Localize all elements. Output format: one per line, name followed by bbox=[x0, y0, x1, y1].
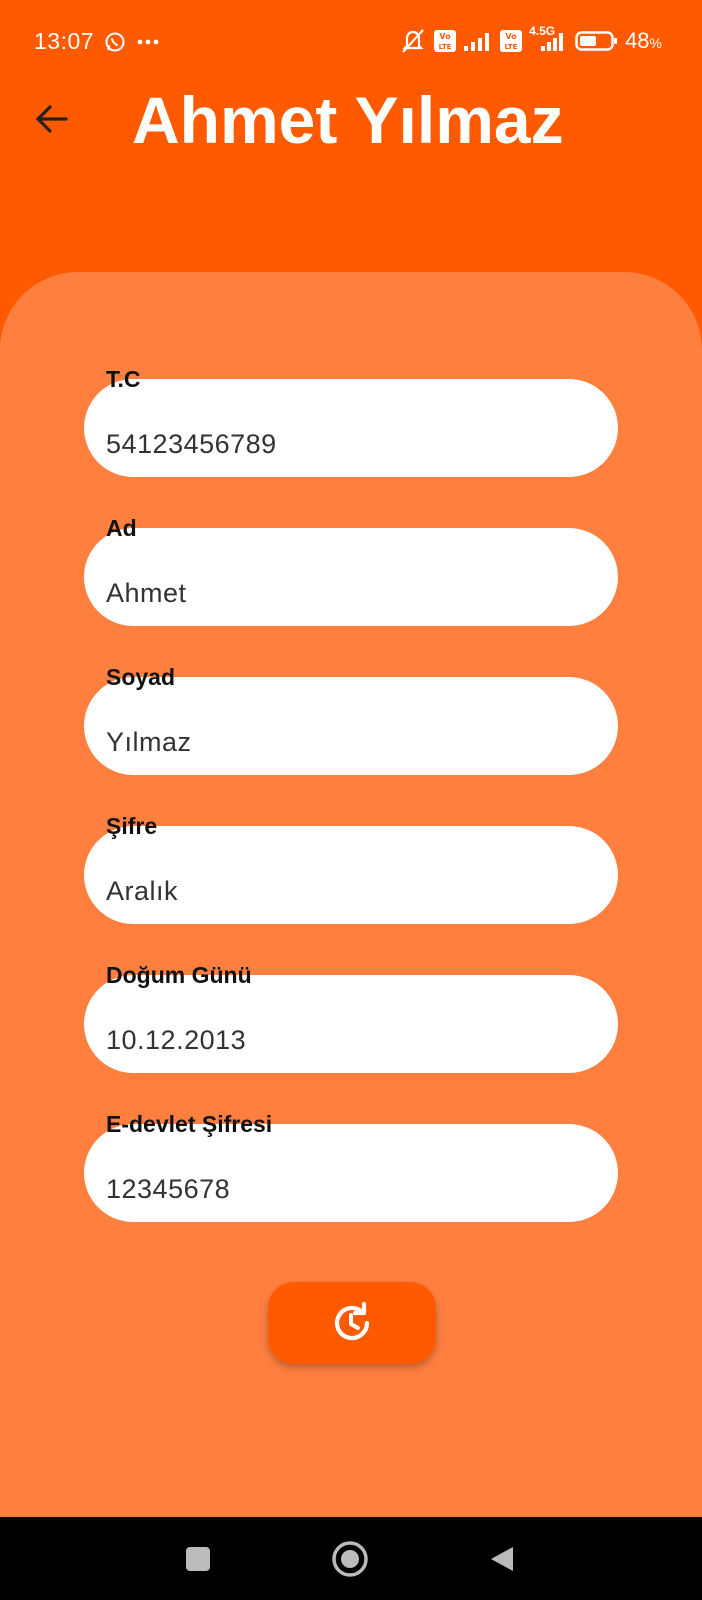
svg-text:Vo: Vo bbox=[505, 32, 517, 41]
recents-square-icon bbox=[186, 1547, 210, 1571]
system-back-button[interactable] bbox=[480, 1537, 524, 1581]
svg-text:Vo: Vo bbox=[439, 32, 451, 41]
system-nav-bar bbox=[0, 1517, 702, 1600]
status-time: 13:07 bbox=[34, 28, 95, 54]
svg-text:LTE: LTE bbox=[505, 43, 518, 51]
sifre-label: Şifre bbox=[106, 813, 158, 839]
back-triangle-icon bbox=[491, 1547, 513, 1571]
app-header: Ahmet Yılmaz bbox=[0, 84, 702, 184]
tc-label: T.C bbox=[106, 366, 141, 392]
tc-field[interactable] bbox=[84, 379, 618, 477]
soyad-field[interactable] bbox=[84, 677, 618, 775]
sifre-field[interactable] bbox=[84, 826, 618, 924]
home-circle-icon bbox=[332, 1541, 368, 1577]
ad-label: Ad bbox=[106, 515, 137, 541]
recents-button[interactable] bbox=[176, 1537, 220, 1581]
status-bar: 13:07 Vo LTE Vo LTE 4.5G 48% bbox=[0, 0, 702, 84]
mute-vibrate-icon bbox=[399, 28, 427, 54]
back-button[interactable] bbox=[28, 96, 74, 142]
arrow-left-icon bbox=[36, 105, 68, 133]
edevlet-sifresi-label: E-devlet Şifresi bbox=[106, 1111, 273, 1137]
volte-icon: Vo LTE bbox=[433, 29, 457, 53]
edevlet-sifresi-field[interactable] bbox=[84, 1124, 618, 1222]
status-right: Vo LTE Vo LTE 4.5G 48% bbox=[399, 24, 662, 54]
soyad-label: Soyad bbox=[106, 664, 176, 690]
restore-button[interactable] bbox=[268, 1282, 436, 1364]
home-button[interactable] bbox=[328, 1537, 372, 1581]
status-left: 13:07 bbox=[34, 28, 160, 55]
dogum-gunu-field[interactable] bbox=[84, 975, 618, 1073]
dogum-gunu-label: Doğum Günü bbox=[106, 962, 252, 988]
4.5g-signal-icon: 4.5G bbox=[529, 24, 569, 52]
restore-history-icon bbox=[334, 1301, 370, 1340]
signal-icon bbox=[463, 30, 493, 52]
battery-icon bbox=[575, 30, 619, 52]
page-title: Ahmet Yılmaz bbox=[132, 83, 564, 157]
ad-field[interactable] bbox=[84, 528, 618, 626]
svg-text:LTE: LTE bbox=[439, 43, 452, 51]
whatsapp-icon bbox=[104, 31, 126, 53]
volte-icon: Vo LTE bbox=[499, 29, 523, 53]
network-label: 4.5G bbox=[529, 24, 556, 38]
battery-percent: 48% bbox=[625, 28, 662, 53]
more-dots-icon bbox=[136, 38, 160, 46]
